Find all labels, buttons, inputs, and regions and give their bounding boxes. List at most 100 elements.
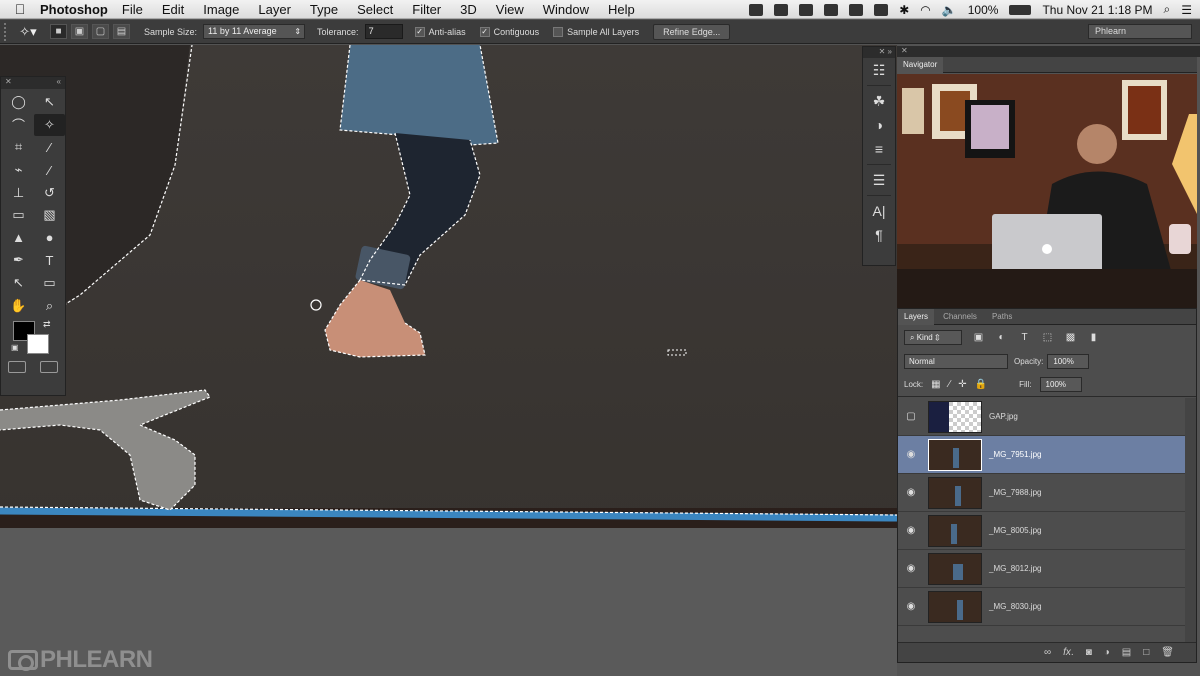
menu-image[interactable]: Image bbox=[203, 2, 239, 17]
clock[interactable]: Thu Nov 21 1:18 PM bbox=[1042, 3, 1152, 17]
right-panel-header[interactable]: ✕ bbox=[897, 46, 1200, 57]
screen-record-icon[interactable] bbox=[824, 3, 839, 16]
eye-icon[interactable]: ◉ bbox=[898, 601, 924, 612]
fill-input[interactable]: 100% bbox=[1039, 377, 1082, 392]
history-brush-icon[interactable]: ↺ bbox=[34, 181, 65, 204]
hand-tool-icon[interactable]: ✋ bbox=[3, 294, 34, 317]
clone-stamp-icon[interactable]: ⊥ bbox=[3, 181, 34, 204]
link-layers-icon[interactable]: ∞ bbox=[1044, 647, 1051, 658]
type-tool-icon[interactable]: T bbox=[34, 249, 65, 272]
notification-center-icon[interactable]: ☰ bbox=[1181, 3, 1192, 17]
wifi-icon[interactable]: ◠ bbox=[920, 3, 930, 17]
eraser-tool-icon[interactable]: ▭ bbox=[3, 204, 34, 227]
close-icon[interactable]: ✕ bbox=[5, 77, 12, 89]
app-menu-photoshop[interactable]: Photoshop bbox=[40, 2, 108, 17]
magic-wand-icon[interactable]: ✧▾ bbox=[12, 24, 44, 40]
layer-name[interactable]: GAP.jpg bbox=[989, 412, 1018, 421]
history-panel-icon[interactable]: ☷ bbox=[863, 58, 895, 82]
background-color-swatch[interactable] bbox=[27, 333, 49, 354]
eye-icon[interactable]: ◉ bbox=[898, 525, 924, 536]
volume-icon[interactable]: 🔈 bbox=[942, 3, 957, 17]
gradient-tool-icon[interactable]: ▧ bbox=[34, 204, 65, 227]
styles-icon[interactable]: ☰ bbox=[863, 168, 895, 192]
default-colors-icon[interactable]: ▣ bbox=[11, 343, 19, 352]
battery-percent[interactable]: 100% bbox=[968, 3, 999, 17]
menu-file[interactable]: File bbox=[122, 2, 143, 17]
layer-row-gap[interactable]: ▢ GAP.jpg bbox=[898, 398, 1186, 436]
time-machine-icon[interactable] bbox=[874, 3, 889, 16]
menu-select[interactable]: Select bbox=[357, 2, 393, 17]
layer-name[interactable]: _MG_7988.jpg bbox=[989, 488, 1041, 497]
eyedropper-tool-icon[interactable]: ∕ bbox=[34, 136, 65, 159]
layer-row-mg-7951[interactable]: ◉ _MG_7951.jpg bbox=[898, 436, 1186, 474]
filter-adjustment-icon[interactable]: ◐ bbox=[995, 332, 1008, 343]
filter-pixel-icon[interactable]: ▣ bbox=[972, 332, 985, 343]
brush-tool-icon[interactable]: ∕ bbox=[34, 159, 65, 182]
document-canvas[interactable] bbox=[0, 45, 897, 528]
filter-toggle-icon[interactable]: ▮ bbox=[1087, 332, 1100, 343]
layer-row-mg-8012[interactable]: ◉ _MG_8012.jpg bbox=[898, 550, 1186, 588]
dock-header[interactable]: ✕ » bbox=[863, 47, 895, 58]
lasso-tool-icon[interactable]: ⌒ bbox=[3, 114, 34, 137]
lock-transparent-icon[interactable]: ▦ bbox=[931, 379, 940, 390]
filter-type-icon[interactable]: T bbox=[1018, 332, 1031, 343]
battery-icon[interactable] bbox=[1009, 4, 1032, 15]
screen-mode-icon[interactable] bbox=[40, 360, 58, 373]
tab-navigator[interactable]: Navigator bbox=[897, 57, 944, 73]
apple-logo-icon[interactable]:  bbox=[0, 1, 40, 17]
paragraph-panel-icon[interactable]: ¶ bbox=[863, 223, 895, 247]
shape-tool-icon[interactable]: ▭ bbox=[34, 272, 65, 295]
dodge-tool-icon[interactable]: ● bbox=[34, 227, 65, 250]
new-layer-icon[interactable]: □ bbox=[1143, 647, 1149, 658]
adjustments-icon[interactable]: ◑ bbox=[863, 113, 895, 137]
quick-mask-icon[interactable] bbox=[8, 360, 26, 373]
menu-layer[interactable]: Layer bbox=[258, 2, 291, 17]
layer-row-mg-8030[interactable]: ◉ _MG_8030.jpg bbox=[898, 588, 1186, 626]
eye-icon[interactable]: ◉ bbox=[898, 487, 924, 498]
creative-cloud-icon[interactable] bbox=[749, 3, 764, 16]
pen-tool-icon[interactable]: ✒ bbox=[3, 249, 34, 272]
new-group-icon[interactable]: ▤ bbox=[1122, 647, 1131, 658]
healing-brush-icon[interactable]: ⌁ bbox=[3, 159, 34, 182]
menu-3d[interactable]: 3D bbox=[460, 2, 477, 17]
magic-wand-tool-icon[interactable]: ✧ bbox=[34, 113, 65, 137]
lock-all-icon[interactable]: 🔒 bbox=[975, 379, 987, 390]
eye-icon[interactable]: ◉ bbox=[898, 563, 924, 574]
layers-scrollbar[interactable] bbox=[1185, 398, 1196, 644]
zoom-tool-icon[interactable]: ⌕ bbox=[34, 294, 65, 317]
eye-icon[interactable]: ◉ bbox=[898, 449, 924, 460]
crop-tool-icon[interactable]: ⌗ bbox=[3, 136, 34, 159]
bluetooth-icon[interactable]: ✱ bbox=[899, 3, 909, 17]
visibility-toggle-off[interactable]: ▢ bbox=[898, 411, 924, 422]
elliptical-marquee-icon[interactable]: ◯ bbox=[3, 91, 34, 114]
spotlight-search-icon[interactable]: ⌕ bbox=[1164, 2, 1171, 17]
lock-position-icon[interactable]: ✛ bbox=[958, 379, 966, 390]
refine-edge-button[interactable]: Refine Edge... bbox=[653, 23, 731, 40]
filter-shape-icon[interactable]: ⬚ bbox=[1041, 332, 1054, 343]
lock-pixels-icon[interactable]: ∕ bbox=[949, 379, 951, 390]
filter-kind-select[interactable]: ⌕ Kind ⇕ bbox=[904, 329, 962, 345]
contiguous-checkbox[interactable]: ✓ bbox=[479, 26, 490, 37]
layer-name[interactable]: _MG_8012.jpg bbox=[989, 564, 1041, 573]
anti-alias-checkbox[interactable]: ✓ bbox=[414, 26, 425, 37]
tab-paths[interactable]: Paths bbox=[986, 309, 1018, 325]
menu-help[interactable]: Help bbox=[608, 2, 635, 17]
tab-channels[interactable]: Channels bbox=[937, 309, 983, 325]
properties-icon[interactable]: ≡ bbox=[863, 137, 895, 161]
intersect-selection-icon[interactable]: ▤ bbox=[113, 24, 130, 39]
filter-smart-object-icon[interactable]: ▩ bbox=[1064, 332, 1077, 343]
brush-presets-icon[interactable]: ☘ bbox=[863, 89, 895, 113]
opacity-input[interactable]: 100% bbox=[1047, 353, 1090, 369]
menu-type[interactable]: Type bbox=[310, 2, 338, 17]
tab-layers[interactable]: Layers bbox=[898, 309, 935, 325]
layer-row-mg-8005[interactable]: ◉ _MG_8005.jpg bbox=[898, 512, 1186, 550]
new-selection-icon[interactable]: ■ bbox=[50, 24, 67, 39]
layer-name[interactable]: _MG_8005.jpg bbox=[989, 526, 1041, 535]
tools-panel-header[interactable]: ✕ « bbox=[1, 77, 65, 89]
character-panel-icon[interactable]: A| bbox=[863, 199, 895, 223]
collapse-icon[interactable]: « bbox=[57, 77, 61, 89]
delete-layer-icon[interactable]: 🗑 bbox=[1161, 647, 1174, 658]
menu-edit[interactable]: Edit bbox=[162, 2, 184, 17]
add-to-selection-icon[interactable]: ▣ bbox=[71, 24, 88, 39]
blend-mode-select[interactable]: Normal bbox=[904, 353, 1008, 369]
